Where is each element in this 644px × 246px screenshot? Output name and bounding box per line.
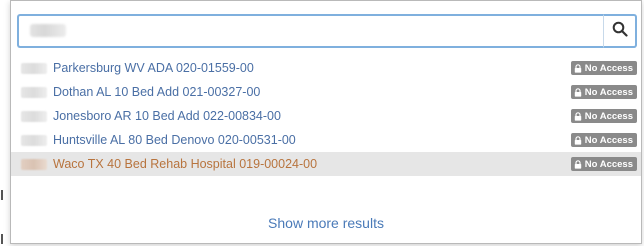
no-access-badge: No Access <box>570 133 637 147</box>
result-label: Dothan AL 10 Bed Add 021-00327-00 <box>53 85 261 99</box>
badge-label: No Access <box>584 110 633 122</box>
lock-icon <box>574 135 581 145</box>
redacted-query-text <box>30 24 66 37</box>
lock-icon <box>574 63 581 73</box>
no-access-badge: No Access <box>570 157 637 171</box>
show-more-results-link[interactable]: Show more results <box>11 215 641 231</box>
search-input[interactable] <box>17 14 603 48</box>
search-icon <box>612 21 628 42</box>
result-item[interactable]: Parkersburg WV ADA 020-01559-00 No Acces… <box>11 56 641 80</box>
result-item[interactable]: Huntsville AL 80 Bed Denovo 020-00531-00… <box>11 128 641 152</box>
redacted-id <box>21 134 47 146</box>
lock-icon <box>574 87 581 97</box>
no-access-badge: No Access <box>570 85 637 99</box>
lock-icon <box>574 159 581 169</box>
result-item[interactable]: Jonesboro AR 10 Bed Add 022-00834-00 No … <box>11 104 641 128</box>
results-list: Parkersburg WV ADA 020-01559-00 No Acces… <box>11 56 641 176</box>
result-item-highlighted[interactable]: Waco TX 40 Bed Rehab Hospital 019-00024-… <box>11 152 641 176</box>
badge-label: No Access <box>584 86 633 98</box>
search-button[interactable] <box>603 14 637 48</box>
lock-icon <box>574 111 581 121</box>
redacted-id <box>21 110 47 122</box>
result-label: Huntsville AL 80 Bed Denovo 020-00531-00 <box>53 133 296 147</box>
redacted-id <box>21 62 47 74</box>
no-access-badge: No Access <box>570 109 637 123</box>
badge-label: No Access <box>584 62 633 74</box>
search-dropdown-panel: Parkersburg WV ADA 020-01559-00 No Acces… <box>10 0 642 244</box>
no-access-badge: No Access <box>570 61 637 75</box>
search-bar <box>17 14 637 48</box>
redacted-id <box>21 86 47 98</box>
result-label: Jonesboro AR 10 Bed Add 022-00834-00 <box>53 109 281 123</box>
left-edge-mark <box>1 190 3 200</box>
badge-label: No Access <box>584 134 633 146</box>
result-label: Waco TX 40 Bed Rehab Hospital 019-00024-… <box>53 157 318 171</box>
badge-label: No Access <box>584 158 633 170</box>
result-label: Parkersburg WV ADA 020-01559-00 <box>53 61 254 75</box>
redacted-id <box>21 158 47 170</box>
left-edge-mark-lower <box>1 234 3 244</box>
result-item[interactable]: Dothan AL 10 Bed Add 021-00327-00 No Acc… <box>11 80 641 104</box>
